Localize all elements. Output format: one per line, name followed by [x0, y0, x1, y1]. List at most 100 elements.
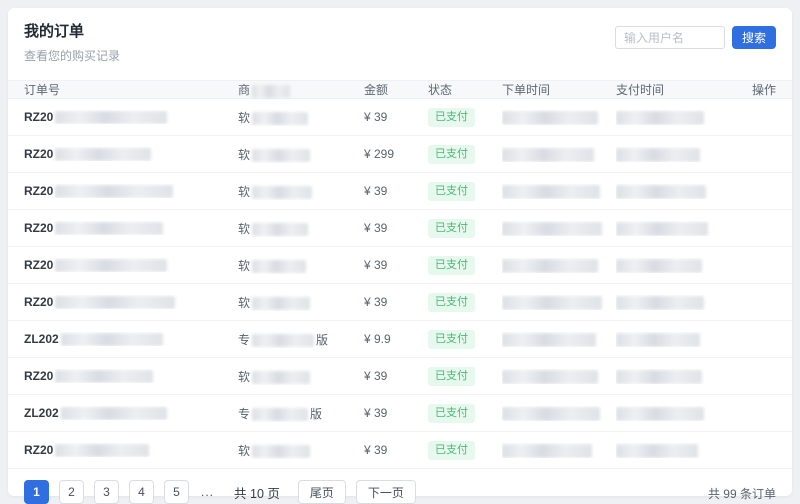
orders-card: 我的订单 查看您的购买记录 搜索 订单号 商 金额 状态 下单时间 支付时间 操作 RZ20…	[8, 8, 792, 504]
payment-time-cell	[616, 369, 738, 384]
order-id-prefix: RZ20	[24, 221, 54, 236]
orders-table: RZ20 软 ¥ 39 已支付 RZ20 软 ¥ 299 已支付 RZ20 软 ¥ 39 已支付 RZ2…	[8, 99, 792, 470]
order-time-cell	[502, 221, 616, 236]
redacted-product-name	[252, 408, 309, 422]
redacted-product-name	[252, 334, 315, 348]
header-cell: 支付时间	[616, 81, 738, 98]
redacted-order-id	[55, 370, 154, 384]
redacted-order-time	[502, 295, 602, 310]
redacted-order-time	[502, 221, 602, 236]
order-id-cell: RZ20	[24, 184, 238, 199]
status-badge: 已支付	[428, 107, 475, 127]
page-button-3[interactable]: 3	[94, 480, 119, 504]
table-row: RZ20 软 ¥ 39 已支付	[8, 284, 792, 322]
redacted-order-time	[502, 258, 598, 273]
payment-time-cell	[616, 258, 738, 273]
order-time-cell	[502, 295, 616, 310]
order-time-cell	[502, 369, 616, 384]
order-id-cell: RZ20	[24, 147, 238, 162]
page-button-2[interactable]: 2	[59, 480, 84, 504]
product-cell: 软	[238, 146, 364, 163]
product-cell: 软	[238, 220, 364, 237]
payment-time-cell	[616, 295, 738, 310]
table-row: ZL202 专版 ¥ 39 已支付	[8, 395, 792, 433]
amount-cell: ¥ 39	[364, 295, 388, 310]
redacted-order-id	[55, 296, 176, 310]
last-page-button[interactable]: 尾页	[297, 480, 346, 504]
product-prefix: 软	[238, 110, 251, 125]
page-button-1[interactable]: 1	[24, 480, 49, 504]
search-button[interactable]: 搜索	[731, 26, 776, 49]
redacted-order-id	[60, 407, 167, 421]
table-row: RZ20 软 ¥ 39 已支付	[8, 210, 792, 248]
status-badge: 已支付	[428, 440, 475, 460]
product-prefix: 软	[238, 295, 251, 310]
header-cell-label: 支付时间	[616, 83, 665, 98]
table-row: RZ20 软 ¥ 39 已支付	[8, 358, 792, 396]
header-cell-label: 订单号	[24, 83, 61, 98]
product-cell: 软	[238, 368, 364, 385]
status-badge: 已支付	[428, 329, 475, 349]
header-cell: 商	[238, 81, 364, 98]
redacted-order-id	[55, 259, 168, 273]
product-cell: 软	[238, 257, 364, 274]
order-id-cell: ZL202	[24, 406, 238, 421]
redacted-payment-time	[616, 406, 704, 421]
order-time-cell	[502, 147, 616, 162]
status-cell: 已支付	[428, 181, 502, 201]
redacted-order-id	[55, 185, 174, 199]
redacted-product-name	[252, 186, 313, 200]
product-prefix: 软	[238, 443, 251, 458]
table-row: RZ20 软 ¥ 39 已支付	[8, 247, 792, 285]
amount-cell: ¥ 39	[364, 443, 388, 458]
redacted-product-name	[252, 223, 309, 237]
page-subtitle: 查看您的购买记录	[24, 49, 121, 64]
redacted-payment-time	[616, 443, 698, 458]
redacted-order-time	[502, 110, 598, 125]
order-id-cell: ZL202	[24, 332, 238, 347]
order-id-prefix: RZ20	[24, 110, 54, 125]
product-suffix: 版	[310, 406, 323, 421]
redacted-payment-time	[616, 221, 708, 236]
redacted-payment-time	[616, 110, 704, 125]
amount-cell: ¥ 39	[364, 406, 388, 421]
header-cell-label: 下单时间	[502, 83, 551, 98]
order-id-prefix: ZL202	[24, 406, 59, 421]
redacted-payment-time	[616, 369, 702, 384]
product-cell: 软	[238, 183, 364, 200]
redacted-order-id	[60, 333, 163, 347]
redacted-order-id	[55, 444, 150, 458]
redacted-product-name	[252, 371, 311, 385]
redacted-order-id	[55, 111, 168, 125]
pagination-ellipsis: ...	[201, 485, 215, 500]
amount-cell: ¥ 39	[364, 110, 388, 125]
redacted-order-time	[502, 369, 598, 384]
product-prefix: 软	[238, 258, 251, 273]
payment-time-cell	[616, 332, 738, 347]
redacted-payment-time	[616, 295, 704, 310]
redacted-payment-time	[616, 147, 700, 162]
status-badge: 已支付	[428, 366, 475, 386]
status-cell: 已支付	[428, 144, 502, 164]
order-id-cell: RZ20	[24, 369, 238, 384]
next-page-button[interactable]: 下一页	[355, 480, 416, 504]
header-cell-label: 操作	[751, 83, 776, 98]
product-cell: 专版	[238, 331, 364, 348]
order-time-cell	[502, 406, 616, 421]
header-cell-label: 商	[238, 83, 251, 98]
page-button-4[interactable]: 4	[129, 480, 154, 504]
status-badge: 已支付	[428, 144, 475, 164]
total-orders-label: 共 99 条订单	[707, 487, 776, 502]
status-cell: 已支付	[428, 366, 502, 386]
header-cell-label: 金额	[364, 83, 389, 98]
redacted-order-id	[55, 148, 152, 162]
page-buttons: 12345	[24, 480, 189, 504]
table-header-row: 订单号 商 金额 状态 下单时间 支付时间 操作	[8, 80, 792, 100]
username-search-input[interactable]	[614, 26, 725, 49]
order-id-cell: RZ20	[24, 295, 238, 310]
status-badge: 已支付	[428, 255, 475, 275]
redacted-payment-time	[616, 258, 702, 273]
page-button-5[interactable]: 5	[164, 480, 189, 504]
order-id-prefix: RZ20	[24, 443, 54, 458]
header-cell: 状态	[428, 81, 502, 98]
